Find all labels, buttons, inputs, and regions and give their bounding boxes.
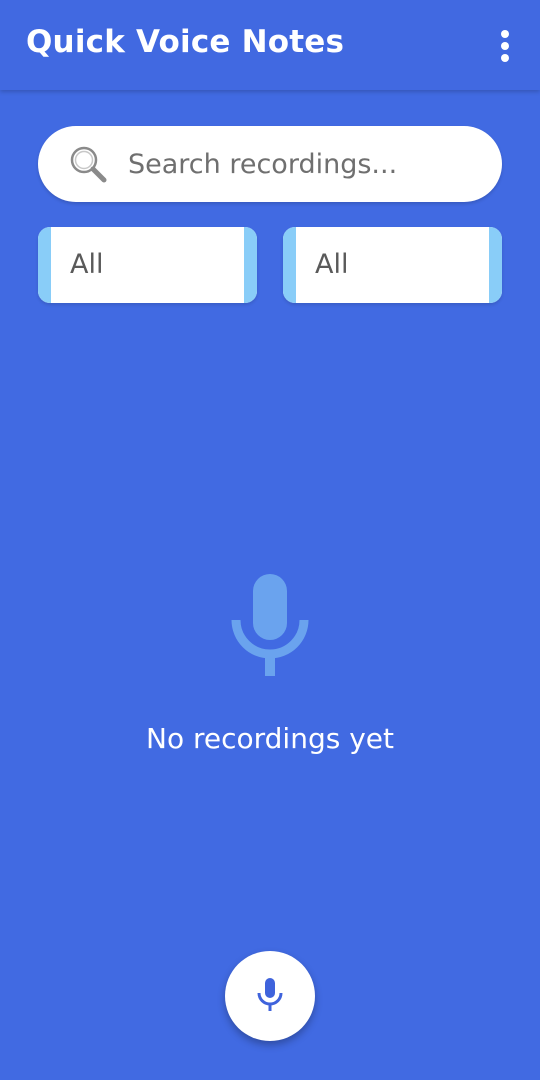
more-vert-icon <box>501 30 509 62</box>
search-input[interactable] <box>128 144 478 184</box>
filter-edge-left <box>38 227 51 303</box>
search-box[interactable] <box>38 126 502 202</box>
filter-selected-value: All <box>70 249 104 280</box>
filter-edge-left <box>283 227 296 303</box>
filter-edge-right <box>489 227 502 303</box>
filter-edge-right <box>244 227 257 303</box>
overflow-menu-button[interactable] <box>488 26 522 66</box>
empty-state-message: No recordings yet <box>146 722 394 755</box>
app-title: Quick Voice Notes <box>26 24 345 60</box>
app-bar: Quick Voice Notes <box>0 0 540 90</box>
filter-selected-value: All <box>315 249 349 280</box>
filter-dropdown-2[interactable]: All <box>283 227 502 303</box>
filter-dropdown-1[interactable]: All <box>38 227 257 303</box>
search-icon <box>70 146 107 183</box>
microphone-icon <box>231 574 309 676</box>
main-screen: Quick Voice Notes All All <box>0 0 540 1080</box>
record-button[interactable] <box>225 951 315 1041</box>
microphone-icon <box>257 978 283 1011</box>
